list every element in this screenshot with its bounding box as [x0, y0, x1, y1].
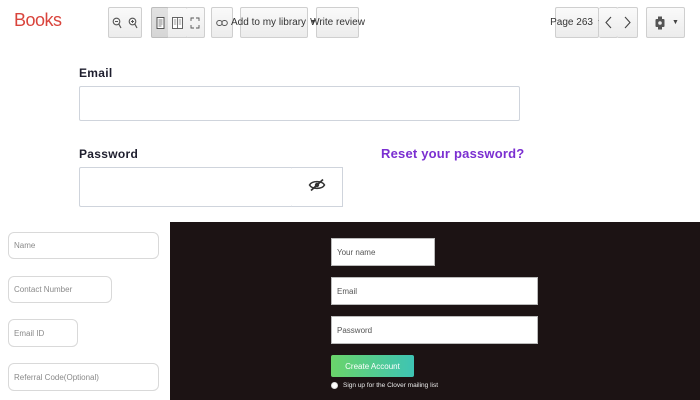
- mailing-list-radio[interactable]: [331, 382, 338, 389]
- two-page-icon: [169, 14, 185, 32]
- email-label: Email: [79, 66, 113, 80]
- hide-password-icon: [308, 178, 326, 197]
- books-logo[interactable]: Books: [14, 10, 62, 31]
- password-input[interactable]: [79, 167, 293, 207]
- page-selector-dropdown[interactable]: Page 263 ▼: [550, 7, 604, 38]
- previous-page-icon: [600, 14, 616, 32]
- zoom-in-icon[interactable]: [125, 14, 141, 32]
- mailing-list-label: Sign up for the Clover mailing list: [343, 382, 439, 389]
- caret-down-icon: ▼: [672, 19, 679, 26]
- contact-number-field[interactable]: [8, 276, 112, 303]
- next-page-icon: [619, 14, 635, 32]
- link-icon: [214, 14, 230, 32]
- zoom-out-icon[interactable]: [109, 14, 125, 32]
- toggle-password-visibility-button[interactable]: [292, 167, 343, 207]
- settings-gear-icon: [652, 14, 668, 32]
- single-page-view-button[interactable]: [151, 7, 169, 38]
- settings-dropdown[interactable]: ▼: [646, 7, 685, 38]
- mailing-list-option[interactable]: Sign up for the Clover mailing list: [331, 382, 438, 389]
- email-input[interactable]: [79, 86, 520, 121]
- write-review-label: Write review: [310, 17, 365, 28]
- signup-email-input[interactable]: [331, 277, 538, 305]
- zoom-group: [108, 7, 142, 38]
- fullscreen-icon: [187, 14, 203, 32]
- name-field[interactable]: [8, 232, 159, 259]
- single-page-icon: [152, 14, 168, 32]
- your-name-input[interactable]: [331, 238, 435, 266]
- add-to-library-dropdown[interactable]: Add to my library ▼: [231, 7, 317, 38]
- signup-panel: [170, 222, 700, 400]
- reset-password-link[interactable]: Reset your password?: [381, 146, 524, 161]
- password-label: Password: [79, 147, 139, 161]
- create-account-button[interactable]: Create Account: [331, 355, 414, 377]
- write-review-button[interactable]: Write review: [310, 7, 365, 38]
- two-page-view-button[interactable]: [168, 7, 187, 38]
- email-id-field[interactable]: [8, 319, 78, 347]
- next-page-button[interactable]: [617, 7, 638, 38]
- signup-password-input[interactable]: [331, 316, 538, 344]
- previous-page-button[interactable]: [599, 7, 618, 38]
- fullscreen-button[interactable]: [186, 7, 205, 38]
- referral-code-field[interactable]: [8, 363, 159, 391]
- add-to-library-label: Add to my library: [231, 17, 307, 28]
- page-number-label: Page 263: [550, 17, 593, 28]
- link-button[interactable]: [211, 7, 233, 38]
